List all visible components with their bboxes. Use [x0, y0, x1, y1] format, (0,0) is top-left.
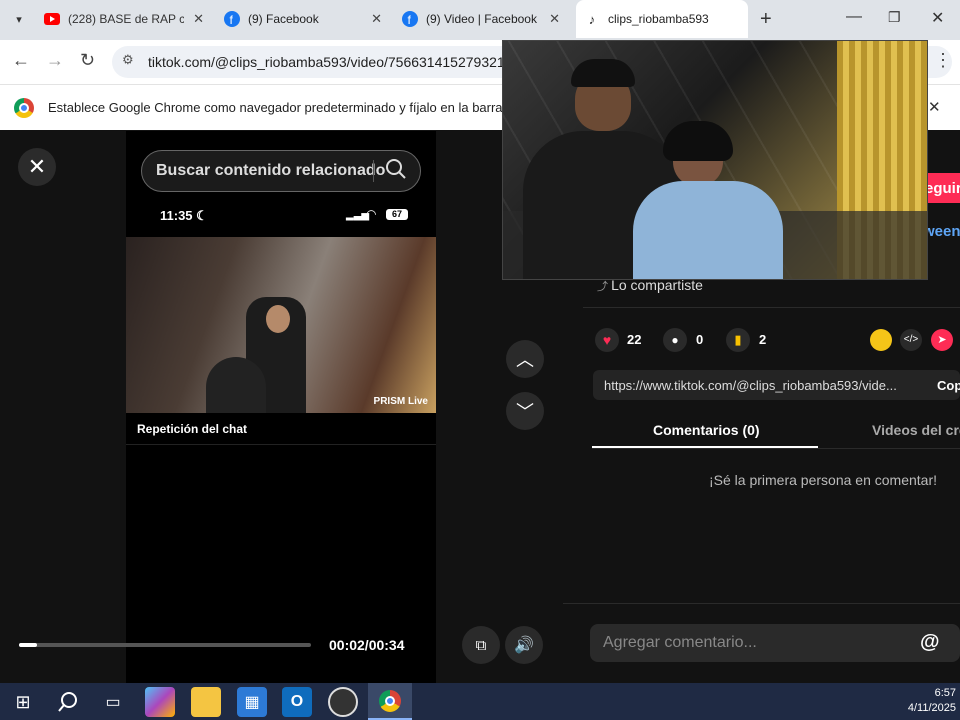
time-display: 00:02/00:34	[329, 637, 405, 653]
send-icon[interactable]: ➤	[931, 329, 953, 351]
menu-icon[interactable]: ⋮	[934, 50, 952, 71]
empty-comments-text: ¡Sé la primera persona en comentar!	[709, 472, 937, 488]
tab-title: clips_riobamba593	[608, 12, 709, 26]
tab-facebook-video[interactable]: f (9) Video | Facebook ✕	[402, 0, 562, 38]
tab-tiktok[interactable]: ♪ clips_riobamba593	[576, 0, 748, 38]
tab-creator-videos[interactable]: Videos del cre	[872, 422, 960, 438]
status-time: 11:35	[160, 208, 193, 223]
chat-replay-label: Repetición del chat	[137, 422, 248, 436]
tab-search-button[interactable]: ▾	[8, 8, 30, 30]
tab-title: (9) Video | Facebook	[426, 12, 537, 26]
facebook-icon: f	[402, 11, 418, 27]
chrome-taskbar-icon[interactable]	[368, 683, 412, 720]
like-button[interactable]: ♥	[595, 328, 619, 352]
watermark: PRISM Live	[373, 396, 428, 407]
search-icon[interactable]	[385, 158, 409, 182]
maximize-button[interactable]: ❐	[888, 9, 901, 26]
battery-icon: 67	[386, 209, 408, 220]
related-search-box[interactable]: Buscar contenido relacionado	[141, 150, 421, 192]
system-clock[interactable]: 6:57 4/11/2025	[896, 686, 956, 716]
outlook-icon[interactable]: O	[282, 687, 312, 717]
task-view-icon[interactable]: ▭	[98, 687, 128, 717]
copy-link-button[interactable]: Cop	[937, 378, 960, 393]
wifi-icon: ◠	[366, 207, 377, 221]
file-explorer-icon[interactable]	[191, 687, 221, 717]
embed-icon[interactable]: </>	[900, 329, 922, 351]
url-text: tiktok.com/@clips_riobamba593/video/7566…	[148, 54, 521, 70]
comment-button[interactable]: ●	[663, 328, 687, 352]
new-tab-button[interactable]: +	[760, 8, 772, 31]
back-button[interactable]: ←	[12, 50, 30, 71]
volume-button[interactable]: 🔊	[505, 626, 543, 664]
tab-strip: ▾ (228) BASE de RAP con ✕ f (9) Facebook…	[0, 0, 960, 40]
reload-button[interactable]: ↻	[80, 50, 95, 71]
search-input[interactable]: Buscar contenido relacionado	[156, 162, 385, 180]
next-video-button[interactable]: ﹀	[506, 392, 544, 430]
share-icon: ⤴	[597, 281, 612, 293]
tab-title: (9) Facebook	[248, 12, 319, 26]
comment-count: 0	[696, 332, 704, 347]
description-tag[interactable]: ween	[923, 223, 960, 240]
clock-date: 4/11/2025	[907, 702, 956, 714]
start-icon[interactable]: ⊞	[8, 687, 38, 717]
mention-icon[interactable]: @	[920, 631, 940, 654]
comment-placeholder: Agregar comentario...	[603, 634, 757, 651]
tab-comments[interactable]: Comentarios (0)	[653, 422, 760, 438]
coin-share-icon[interactable]	[870, 329, 892, 351]
video-player: 11:35 ☾ ▂▃▅ ◠ 67 PRISM Live Repetición d…	[126, 131, 436, 683]
live-video-frame: PRISM Live	[126, 237, 436, 413]
previous-video-button[interactable]: ︿	[506, 340, 544, 378]
minimize-button[interactable]: —	[846, 8, 862, 26]
close-video-button[interactable]: ✕	[18, 148, 56, 186]
comment-input[interactable]: Agregar comentario... @	[590, 624, 960, 662]
infobar-text: Establece Google Chrome como navegador p…	[48, 100, 536, 115]
progress-bar[interactable]	[19, 643, 311, 647]
tiktok-icon: ♪	[588, 11, 596, 27]
search-icon[interactable]	[53, 687, 83, 717]
save-count: 2	[759, 332, 767, 347]
youtube-icon	[44, 11, 60, 27]
obs-icon[interactable]	[328, 687, 358, 717]
progress-fill	[19, 643, 37, 647]
infobar-close-icon[interactable]: ✕	[928, 98, 941, 116]
forward-button[interactable]: →	[46, 50, 64, 71]
picture-in-picture-video[interactable]	[502, 40, 928, 280]
status-bar: 11:35 ☾	[160, 208, 208, 224]
chrome-icon	[14, 98, 34, 118]
close-icon[interactable]: ✕	[193, 11, 204, 27]
pip-toggle-button[interactable]: ⧉	[462, 626, 500, 664]
video-link[interactable]: https://www.tiktok.com/@clips_riobamba59…	[604, 378, 897, 393]
store-icon[interactable]: ▦	[237, 687, 267, 717]
tab-facebook[interactable]: f (9) Facebook ✕	[224, 0, 384, 38]
clock-time: 6:57	[934, 687, 956, 699]
facebook-icon: f	[224, 11, 240, 27]
tab-title: (228) BASE de RAP con	[68, 12, 184, 26]
close-icon[interactable]: ✕	[549, 11, 560, 27]
like-count: 22	[627, 332, 642, 347]
site-info-icon[interactable]: ⚙	[122, 52, 134, 68]
tab-youtube[interactable]: (228) BASE de RAP con ✕	[44, 0, 204, 38]
bookmark-button[interactable]: ▮	[726, 328, 750, 352]
window-close-button[interactable]: ✕	[931, 8, 944, 28]
moon-icon: ☾	[196, 208, 208, 223]
copilot-icon[interactable]	[145, 687, 175, 717]
link-box: https://www.tiktok.com/@clips_riobamba59…	[593, 370, 960, 400]
close-icon[interactable]: ✕	[371, 11, 382, 27]
taskbar: ⊞ ▭ ▦ O 6:57 4/11/2025	[0, 683, 960, 720]
